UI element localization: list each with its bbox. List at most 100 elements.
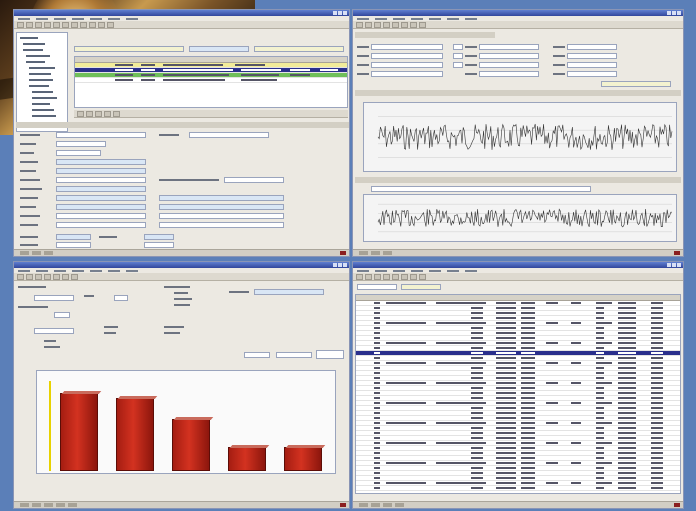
filter-field[interactable] xyxy=(479,71,539,77)
maximize-icon[interactable] xyxy=(672,263,676,267)
print-icon[interactable] xyxy=(44,21,51,28)
filter-field[interactable] xyxy=(371,71,443,77)
chart-icon[interactable] xyxy=(53,273,60,280)
toolbar[interactable] xyxy=(14,21,349,29)
table-row[interactable] xyxy=(356,486,680,491)
form-field[interactable] xyxy=(56,222,146,228)
open-icon[interactable] xyxy=(365,273,372,280)
export-icon[interactable] xyxy=(410,21,417,28)
option-field[interactable] xyxy=(34,295,74,301)
title-bar[interactable] xyxy=(14,262,349,268)
filter-field[interactable] xyxy=(479,44,539,50)
line-chart-1[interactable] xyxy=(363,102,677,172)
close-icon[interactable] xyxy=(343,263,347,267)
results-grid[interactable] xyxy=(355,294,681,494)
save-icon[interactable] xyxy=(35,273,42,280)
next-record-icon[interactable] xyxy=(95,110,102,117)
close-icon[interactable] xyxy=(343,11,347,15)
copy-icon[interactable] xyxy=(62,21,69,28)
filter-icon[interactable] xyxy=(89,21,96,28)
line-chart-2[interactable] xyxy=(363,194,677,242)
form-field[interactable] xyxy=(159,195,284,201)
open-icon[interactable] xyxy=(26,273,33,280)
export-icon[interactable] xyxy=(62,273,69,280)
form-field[interactable] xyxy=(56,186,146,192)
option-field[interactable] xyxy=(114,295,128,301)
close-icon[interactable] xyxy=(677,263,681,267)
filter-field[interactable] xyxy=(371,62,443,68)
form-field[interactable] xyxy=(56,195,146,201)
navigation-tree[interactable] xyxy=(16,32,68,132)
export-button[interactable] xyxy=(276,352,312,358)
help-icon[interactable] xyxy=(107,21,114,28)
minimize-icon[interactable] xyxy=(667,11,671,15)
form-field[interactable] xyxy=(56,177,146,183)
apply-filter-button[interactable] xyxy=(601,81,671,87)
maximize-icon[interactable] xyxy=(672,11,676,15)
new-icon[interactable] xyxy=(356,273,363,280)
form-field[interactable] xyxy=(56,159,146,165)
date-field[interactable] xyxy=(56,234,91,240)
first-record-icon[interactable] xyxy=(77,110,84,117)
title-bar[interactable] xyxy=(14,10,349,16)
refresh-icon[interactable] xyxy=(98,21,105,28)
title-bar[interactable] xyxy=(353,262,683,268)
toolbar[interactable] xyxy=(14,273,349,281)
query-field[interactable] xyxy=(357,284,397,290)
previous-record-icon[interactable] xyxy=(86,110,93,117)
form-field[interactable] xyxy=(56,150,101,156)
save-icon[interactable] xyxy=(35,21,42,28)
criteria-field[interactable] xyxy=(254,46,344,52)
filter-field[interactable] xyxy=(567,62,617,68)
report-select[interactable] xyxy=(254,289,324,295)
filter-field[interactable] xyxy=(371,53,443,59)
new-icon[interactable] xyxy=(17,21,24,28)
export-icon[interactable] xyxy=(410,273,417,280)
filter-field[interactable] xyxy=(567,71,617,77)
form-field[interactable] xyxy=(56,141,106,147)
minimize-icon[interactable] xyxy=(333,11,337,15)
series-select[interactable] xyxy=(371,186,591,192)
maximize-icon[interactable] xyxy=(338,263,342,267)
query-field[interactable] xyxy=(401,284,441,290)
filter-icon[interactable] xyxy=(401,273,408,280)
close-report-button[interactable] xyxy=(316,350,344,359)
help-icon[interactable] xyxy=(419,273,426,280)
form-field[interactable] xyxy=(56,168,146,174)
new-icon[interactable] xyxy=(356,21,363,28)
bar-chart[interactable] xyxy=(36,370,336,474)
filter-field[interactable] xyxy=(567,44,617,50)
option-field[interactable] xyxy=(34,328,74,334)
filter-field[interactable] xyxy=(371,44,443,50)
search-field[interactable] xyxy=(74,46,184,52)
form-field[interactable] xyxy=(56,132,146,138)
toolbar[interactable] xyxy=(353,21,683,29)
filter-field[interactable] xyxy=(479,62,539,68)
table-row[interactable] xyxy=(75,78,347,83)
add-record-icon[interactable] xyxy=(113,110,120,117)
date-field[interactable] xyxy=(144,234,174,240)
filter-field[interactable] xyxy=(453,62,463,68)
toolbar[interactable] xyxy=(353,273,683,281)
minimize-icon[interactable] xyxy=(333,263,337,267)
refresh-button[interactable] xyxy=(244,352,270,358)
title-bar[interactable] xyxy=(353,10,683,16)
option-field[interactable] xyxy=(54,312,70,318)
records-grid[interactable] xyxy=(74,56,348,108)
paste-icon[interactable] xyxy=(71,21,78,28)
maximize-icon[interactable] xyxy=(338,11,342,15)
help-icon[interactable] xyxy=(71,273,78,280)
open-icon[interactable] xyxy=(26,21,33,28)
filter-field[interactable] xyxy=(453,44,463,50)
last-record-icon[interactable] xyxy=(104,110,111,117)
zoom-icon[interactable] xyxy=(392,21,399,28)
sort-icon[interactable] xyxy=(392,273,399,280)
filter-field[interactable] xyxy=(479,53,539,59)
print-icon[interactable] xyxy=(383,273,390,280)
chart-icon[interactable] xyxy=(401,21,408,28)
cut-icon[interactable] xyxy=(53,21,60,28)
form-field[interactable] xyxy=(224,177,284,183)
save-icon[interactable] xyxy=(374,21,381,28)
print-icon[interactable] xyxy=(44,273,51,280)
close-icon[interactable] xyxy=(677,11,681,15)
